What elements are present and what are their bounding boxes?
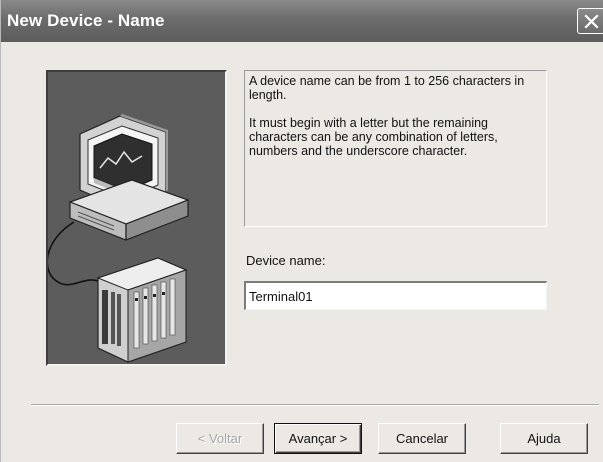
- device-name-label: Device name:: [246, 253, 326, 268]
- title-bar[interactable]: New Device - Name: [1, 0, 603, 42]
- back-button[interactable]: < Voltar: [176, 423, 264, 454]
- close-button[interactable]: [577, 8, 603, 34]
- cancel-button[interactable]: Cancelar: [378, 423, 466, 454]
- close-icon: [584, 14, 599, 29]
- description-rules-text: It must begin with a letter but the rema…: [249, 116, 498, 158]
- device-name-input[interactable]: [244, 281, 547, 310]
- wizard-illustration-panel: [46, 70, 227, 366]
- next-button[interactable]: Avançar >: [274, 423, 362, 454]
- help-button[interactable]: Ajuda: [500, 423, 588, 454]
- window-title: New Device - Name: [7, 11, 165, 30]
- footer-separator: [31, 404, 599, 406]
- new-device-name-dialog: New Device - Name A device name can be f…: [0, 0, 603, 462]
- computer-with-plc-device-icon: [46, 114, 190, 363]
- description-length-text: A device name can be from 1 to 256 chara…: [249, 74, 525, 102]
- description-box: A device name can be from 1 to 256 chara…: [244, 70, 547, 227]
